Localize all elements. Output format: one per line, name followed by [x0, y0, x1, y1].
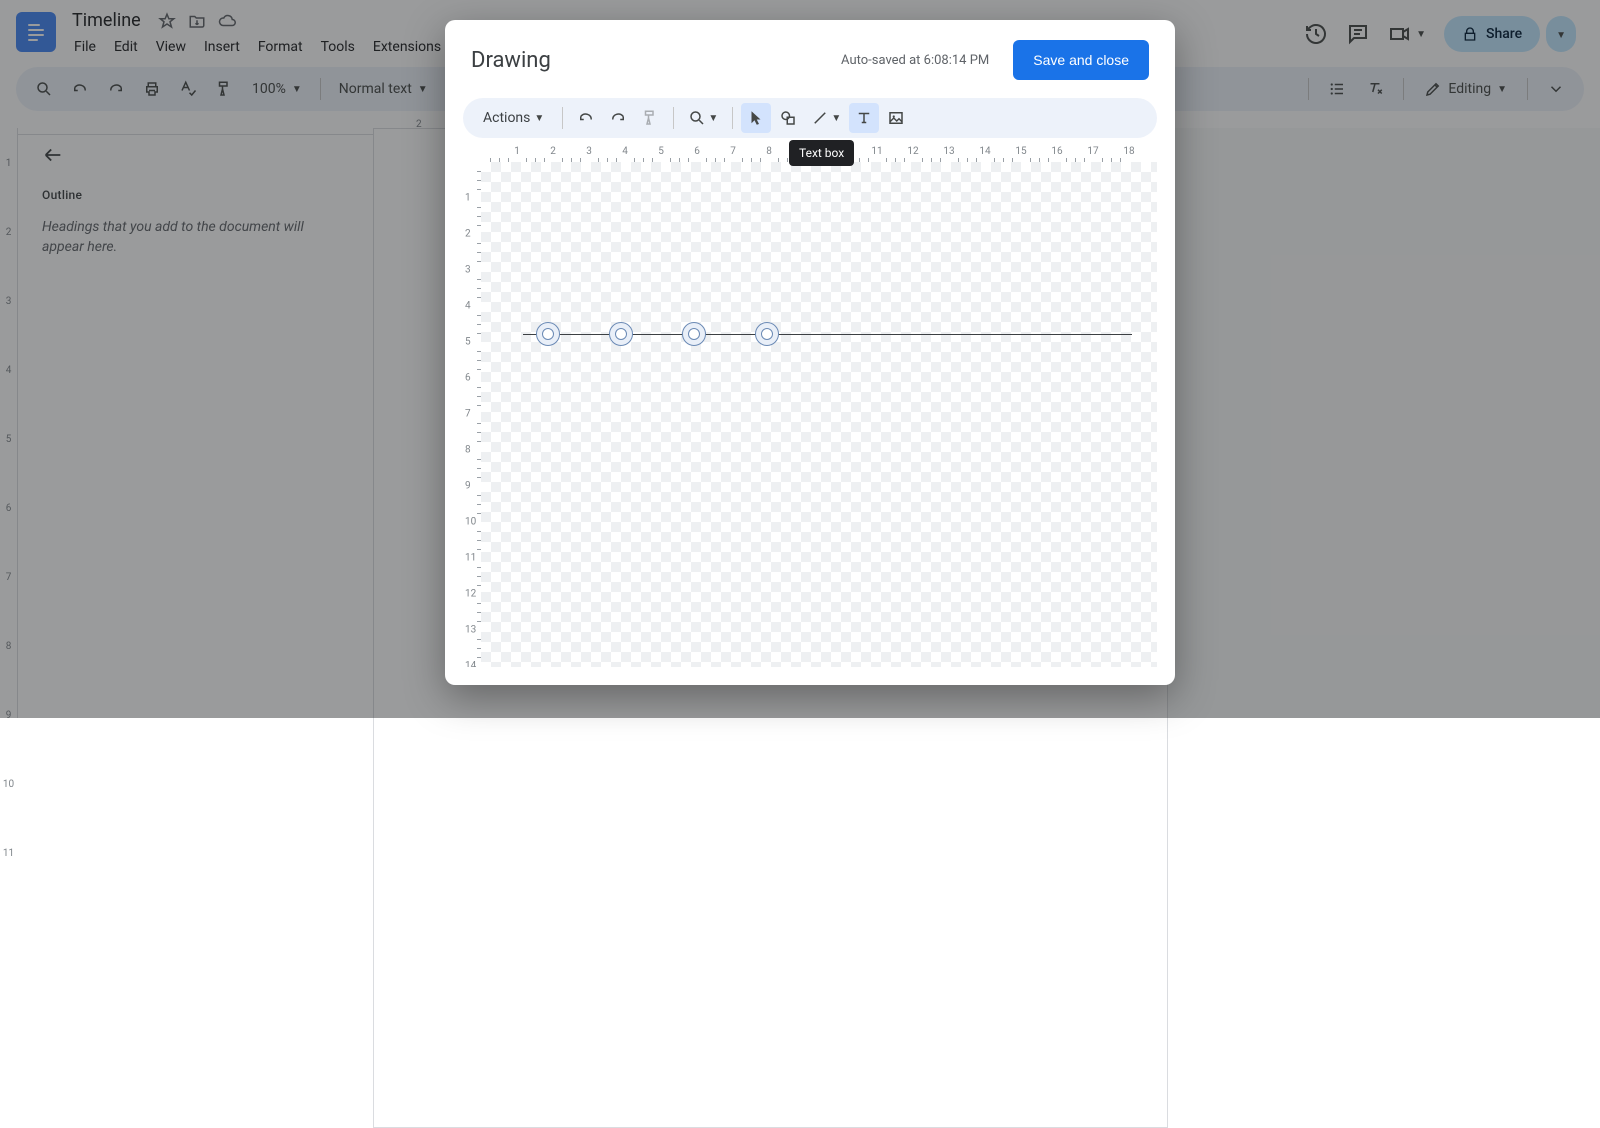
separator	[562, 107, 563, 129]
autosave-status: Auto-saved at 6:08:14 PM	[841, 53, 989, 68]
timeline-node[interactable]	[609, 322, 633, 346]
ruler-mark: 2	[550, 146, 556, 157]
ruler-mark: 2	[465, 229, 471, 240]
ruler-mark: 14	[465, 661, 476, 668]
ruler-mark: 15	[1015, 146, 1026, 157]
drawing-toolbar: Actions ▼ ▼ ▼ Text box	[463, 98, 1157, 138]
ruler-mark: 10	[3, 779, 14, 790]
ruler-mark: 13	[943, 146, 954, 157]
ruler-mark: 14	[979, 146, 990, 157]
separator	[673, 107, 674, 129]
text-box-tool[interactable]	[849, 103, 879, 133]
ruler-mark: 4	[622, 146, 628, 157]
separator	[732, 107, 733, 129]
ruler-mark: 18	[1123, 146, 1134, 157]
ruler-mark: 11	[3, 848, 14, 859]
ruler-mark: 4	[465, 301, 471, 312]
ruler-mark: 8	[465, 445, 471, 456]
dialog-title: Drawing	[471, 48, 551, 73]
chevron-down-icon: ▼	[831, 113, 841, 124]
shape-tool[interactable]	[773, 103, 803, 133]
ruler-mark: 5	[658, 146, 664, 157]
ruler-mark: 1	[465, 193, 471, 204]
timeline-node[interactable]	[755, 322, 779, 346]
ruler-mark: 10	[465, 517, 476, 528]
paint-format-icon[interactable]	[635, 103, 665, 133]
undo-icon[interactable]	[571, 103, 601, 133]
dialog-header: Drawing Auto-saved at 6:08:14 PM Save an…	[445, 20, 1175, 86]
ruler-mark: 3	[465, 265, 471, 276]
actions-menu[interactable]: Actions ▼	[473, 106, 554, 130]
ruler-mark: 8	[766, 146, 772, 157]
ruler-mark: 3	[586, 146, 592, 157]
zoom-tool[interactable]: ▼	[682, 103, 724, 133]
ruler-mark: 6	[694, 146, 700, 157]
ruler-mark: 12	[465, 589, 476, 600]
ruler-mark: 13	[465, 625, 476, 636]
ruler-mark: 7	[730, 146, 736, 157]
ruler-mark: 7	[465, 409, 471, 420]
ruler-mark: 11	[465, 553, 476, 564]
redo-icon[interactable]	[603, 103, 633, 133]
tooltip: Text box	[789, 140, 854, 166]
ruler-mark: 17	[1087, 146, 1098, 157]
ruler-mark: 9	[465, 481, 471, 492]
chevron-down-icon: ▼	[708, 113, 718, 124]
drawing-ruler-v: 1234567891011121314	[463, 162, 481, 667]
select-tool[interactable]	[741, 103, 771, 133]
ruler-mark: 5	[465, 337, 471, 348]
drawing-canvas[interactable]	[481, 162, 1157, 667]
ruler-mark: 16	[1051, 146, 1062, 157]
ruler-mark: 11	[871, 146, 882, 157]
timeline-node[interactable]	[682, 322, 706, 346]
line-tool[interactable]: ▼	[805, 103, 847, 133]
chevron-down-icon: ▼	[534, 113, 544, 124]
actions-label: Actions	[483, 110, 530, 126]
ruler-mark: 1	[514, 146, 520, 157]
image-tool[interactable]	[881, 103, 911, 133]
ruler-mark: 6	[465, 373, 471, 384]
save-and-close-button[interactable]: Save and close	[1013, 40, 1149, 80]
ruler-mark: 12	[907, 146, 918, 157]
timeline-node[interactable]	[536, 322, 560, 346]
drawing-dialog: Drawing Auto-saved at 6:08:14 PM Save an…	[445, 20, 1175, 685]
canvas-area: 123456789101112131415161718 123456789101…	[463, 144, 1157, 667]
